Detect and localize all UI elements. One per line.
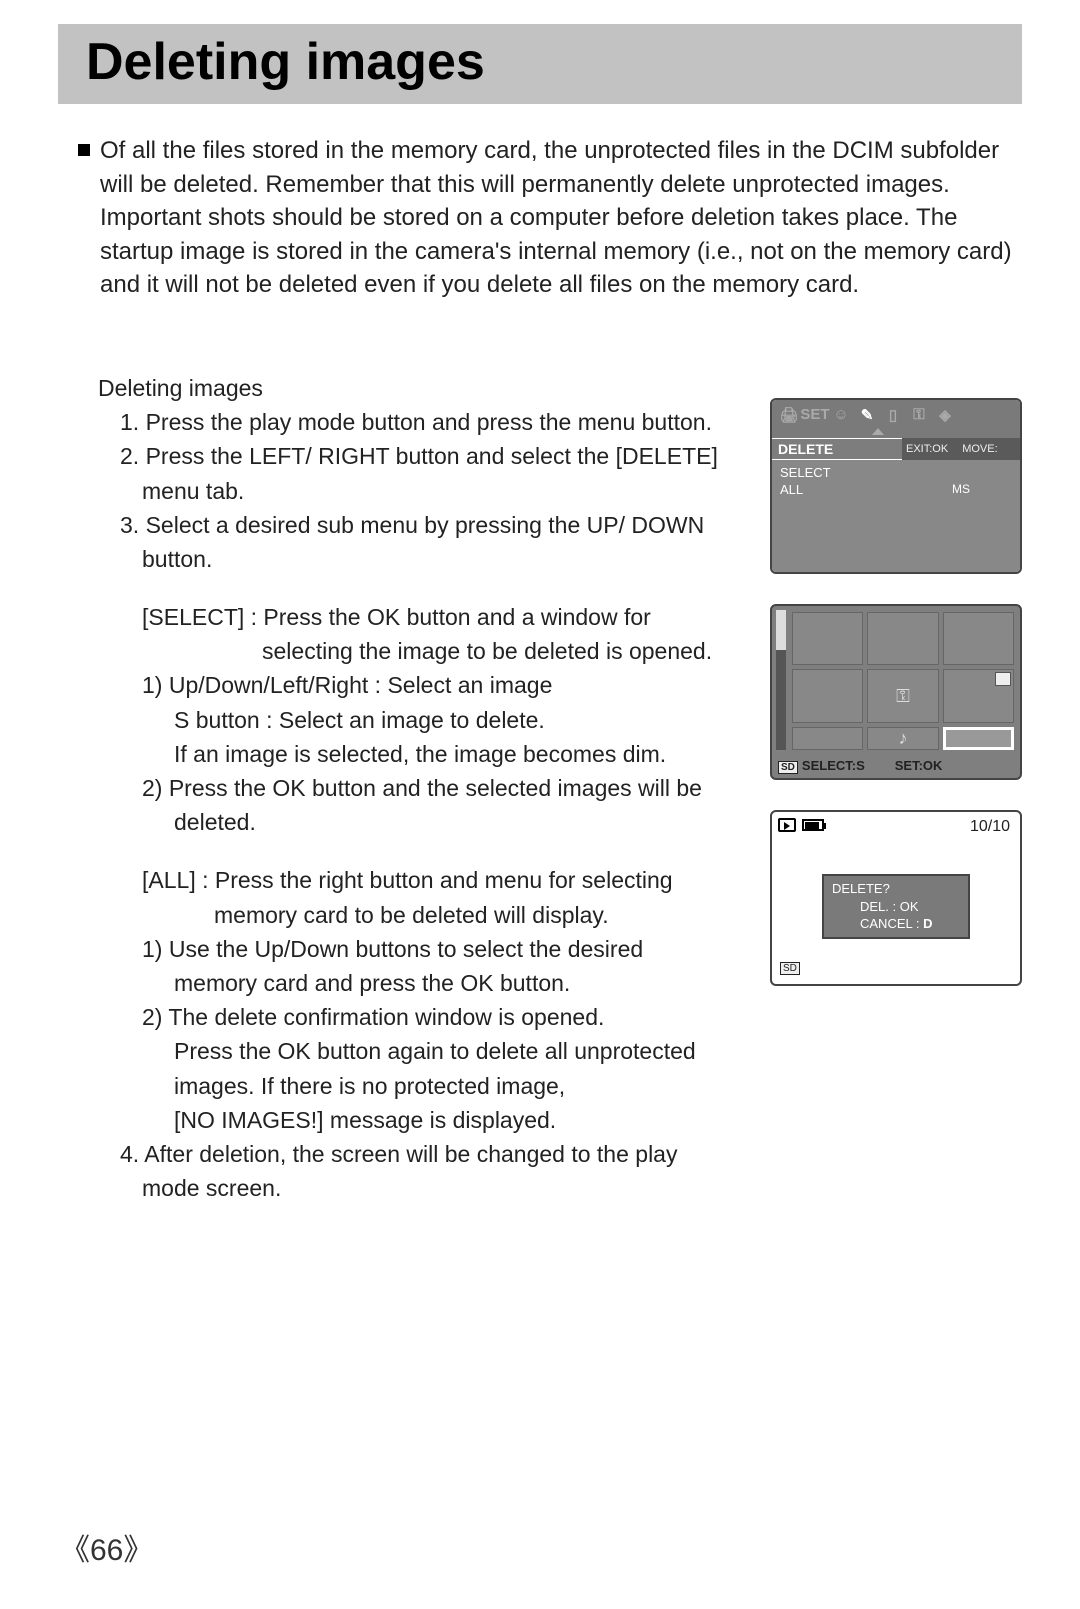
key-icon: ⚿ <box>908 406 930 424</box>
thumbnail-grid: ⚿ ♪ <box>792 612 1014 750</box>
step-4: 4. After deletion, the screen will be ch… <box>98 1138 750 1170</box>
thumbnail-note: ♪ <box>867 727 938 750</box>
select-def-cont: selecting the image to be deleted is ope… <box>98 635 750 667</box>
arrow-icon: ◈ <box>934 406 956 424</box>
thumbnail <box>792 727 863 750</box>
scrollbar <box>776 610 786 750</box>
option-all: ALL <box>780 481 894 498</box>
set-tab: SET <box>804 406 826 424</box>
image-counter: 10/10 <box>970 818 1010 836</box>
play-mode-icon <box>778 818 796 832</box>
all-sub-1: 1) Use the Up/Down buttons to select the… <box>98 933 750 965</box>
all-def: [ALL] : Press the right button and menu … <box>98 864 750 896</box>
sd-icon: SD <box>778 761 798 774</box>
confirm-dialog: DELETE? DEL. : OK CANCEL : D <box>822 874 970 939</box>
body-columns: Deleting images 1. Press the play mode b… <box>98 372 1022 1206</box>
select-sub-2: 2) Press the OK button and the selected … <box>98 772 750 804</box>
square-bullet-icon <box>78 144 90 156</box>
delete-tab-icon: ✎ <box>856 406 878 424</box>
page-icon: ▯ <box>882 406 904 424</box>
step-2-cont: menu tab. <box>98 475 750 507</box>
step-4-cont: mode screen. <box>98 1172 750 1204</box>
print-icon: 🖨 <box>778 406 800 424</box>
select-def: [SELECT] : Press the OK button and a win… <box>98 601 750 633</box>
all-sub-2d: [NO IMAGES!] message is displayed. <box>98 1104 750 1136</box>
cancel-prefix: CANCEL : <box>860 916 923 931</box>
dialog-line-1: DELETE? <box>832 880 960 898</box>
thumbnail <box>943 612 1014 666</box>
topbar <box>778 818 824 832</box>
select-sub-1b: S button : Select an image to delete. <box>98 704 750 736</box>
option-select: SELECT <box>780 464 894 481</box>
sd-icon: SD <box>780 962 800 975</box>
tab-pointer-icon <box>772 430 1020 438</box>
thumbnail <box>792 669 863 723</box>
section-heading: Deleting images <box>98 372 750 404</box>
menu-tab-bar: 🖨 SET ☺ ✎ ▯ ⚿ ◈ <box>772 400 1020 430</box>
cancel-symbol: D <box>923 916 932 931</box>
page-title: Deleting images <box>86 32 994 92</box>
menu-right: MS <box>902 460 1020 572</box>
text-column: Deleting images 1. Press the play mode b… <box>98 372 770 1206</box>
all-def-cont: memory card to be deleted will display. <box>98 899 750 931</box>
select-sub-1c: If an image is selected, the image becom… <box>98 738 750 770</box>
key-icon: ⚿ <box>896 686 910 707</box>
all-sub-2c: images. If there is no protected image, <box>98 1070 750 1102</box>
battery-icon <box>802 819 824 831</box>
dialog-line-2: DEL. : OK <box>832 898 960 916</box>
step-2: 2. Press the LEFT/ RIGHT button and sele… <box>98 440 750 472</box>
menu-body: SELECT ALL MS <box>772 460 1020 572</box>
exit-hint: EXIT:OK <box>906 443 948 455</box>
menu-title-row: DELETE EXIT:OK MOVE: <box>772 438 1020 460</box>
menu-hints: EXIT:OK MOVE: <box>902 438 1020 460</box>
title-bar: Deleting images <box>58 24 1022 104</box>
grid-footer: SD SELECT:S SET:OK <box>778 758 1014 774</box>
step-1: 1. Press the play mode button and press … <box>98 406 750 438</box>
thumbnail-selected <box>943 727 1014 750</box>
all-sub-1b: memory card and press the OK button. <box>98 967 750 999</box>
sd-badge-bottom: SD <box>780 958 804 976</box>
move-hint: MOVE: <box>962 443 997 455</box>
ms-label: MS <box>952 482 970 568</box>
dialog-line-3: CANCEL : D <box>832 915 960 933</box>
figure-thumbnail-grid: ⚿ ♪ SD SELECT:S SET:OK <box>770 604 1022 780</box>
thumbnail-badge <box>943 669 1014 723</box>
select-sub-2b: deleted. <box>98 806 750 838</box>
select-sub-1: 1) Up/Down/Left/Right : Select an image <box>98 669 750 701</box>
step-3-cont: button. <box>98 543 750 575</box>
thumbnail-key: ⚿ <box>867 669 938 723</box>
all-sub-2: 2) The delete confirmation window is ope… <box>98 1001 750 1033</box>
menu-options: SELECT ALL <box>772 460 902 572</box>
intro-text: Of all the files stored in the memory ca… <box>100 137 1012 298</box>
thumbnail <box>867 612 938 666</box>
intro-paragraph: Of all the files stored in the memory ca… <box>78 134 1022 302</box>
figure-delete-menu: 🖨 SET ☺ ✎ ▯ ⚿ ◈ DELETE EXIT:OK MOVE: SEL… <box>770 398 1022 574</box>
figure-delete-confirm: 10/10 DELETE? DEL. : OK CANCEL : D SD <box>770 810 1022 986</box>
thumbnail <box>792 612 863 666</box>
person-icon: ☺ <box>830 406 852 424</box>
page-number-value: 66 <box>90 1534 123 1567</box>
figures-column: 🖨 SET ☺ ✎ ▯ ⚿ ◈ DELETE EXIT:OK MOVE: SEL… <box>770 372 1022 1206</box>
page-number: 《66》 <box>60 1525 153 1569</box>
set-hint: SET:OK <box>895 758 943 774</box>
scrollbar-thumb <box>776 610 786 650</box>
menu-title: DELETE <box>772 439 902 459</box>
step-3: 3. Select a desired sub menu by pressing… <box>98 509 750 541</box>
select-hint: SELECT:S <box>802 758 865 773</box>
all-sub-2b: Press the OK button again to delete all … <box>98 1035 750 1067</box>
music-note-icon: ♪ <box>898 728 907 749</box>
